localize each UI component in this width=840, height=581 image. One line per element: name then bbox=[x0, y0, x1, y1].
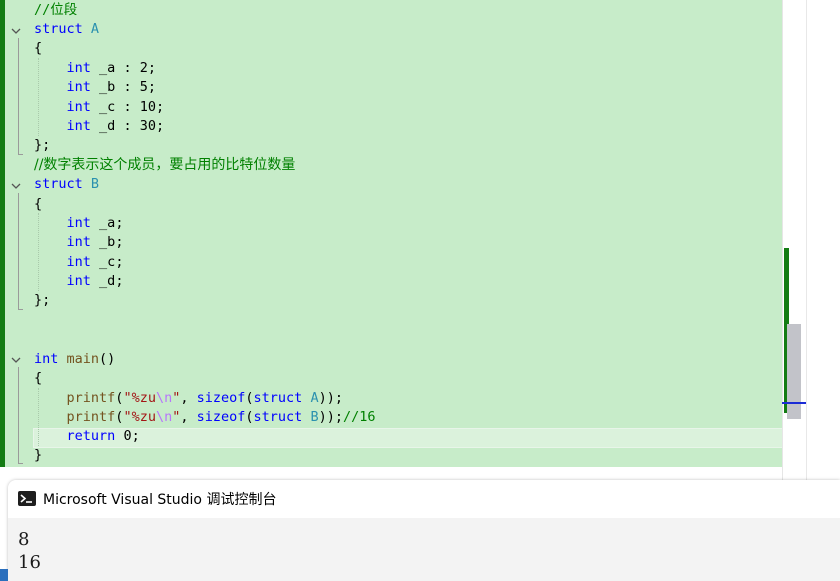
open-brace: { bbox=[34, 370, 43, 386]
open-brace: { bbox=[34, 40, 43, 56]
terminal-icon bbox=[18, 491, 36, 506]
fold-guide-end bbox=[18, 309, 23, 310]
member-bits: 2 bbox=[139, 60, 148, 76]
close-brace: }; bbox=[34, 292, 51, 308]
member-b-line: int _b : 5; bbox=[66, 79, 156, 95]
struct-a-name: A bbox=[90, 21, 100, 37]
int-keyword: int bbox=[66, 254, 91, 270]
int-keyword: int bbox=[66, 273, 91, 289]
member-line: int _a; bbox=[66, 215, 124, 231]
struct-b-declaration: struct B bbox=[34, 175, 99, 194]
member-c-line: int _c : 10; bbox=[66, 99, 165, 115]
struct-keyword: struct bbox=[253, 390, 303, 406]
debug-console-window[interactable]: Microsoft Visual Studio 调试控制台 8 16 bbox=[8, 480, 840, 581]
struct-keyword: struct bbox=[34, 21, 83, 37]
scrollbar-thumb[interactable] bbox=[787, 324, 801, 419]
console-title: Microsoft Visual Studio 调试控制台 bbox=[43, 492, 277, 508]
member-a-line: int _a : 2; bbox=[66, 60, 156, 76]
format-escape: \n bbox=[155, 409, 173, 425]
fold-guide-main bbox=[18, 367, 19, 463]
int-keyword: int bbox=[66, 118, 91, 134]
member-line: int _d; bbox=[66, 273, 124, 289]
member-d-line: int _d : 30; bbox=[66, 118, 165, 134]
close-brace: }; bbox=[34, 137, 51, 153]
member-bits: 30 bbox=[139, 118, 156, 134]
printf-line-b: printf("%zu\n", sizeof(struct B));//16 bbox=[66, 409, 376, 425]
sizeof-keyword: sizeof bbox=[196, 409, 246, 425]
member-name: _b bbox=[99, 79, 116, 95]
fold-guide-struct-a bbox=[18, 38, 19, 154]
fold-guide-end bbox=[18, 463, 23, 464]
return-keyword: return bbox=[66, 428, 116, 444]
member-name: _c bbox=[99, 254, 116, 270]
member-line: int _b; bbox=[66, 234, 124, 250]
format-prefix: "%zu bbox=[123, 409, 156, 425]
member-name: _c bbox=[99, 99, 116, 115]
int-keyword: int bbox=[66, 60, 91, 76]
comment-16: //16 bbox=[343, 409, 376, 425]
comment-explain: //数字表示这个成员，要占用的比特位数量 bbox=[34, 157, 296, 173]
struct-a-name: A bbox=[310, 390, 319, 406]
member-name: _a bbox=[99, 60, 116, 76]
struct-b-name: B bbox=[310, 409, 319, 425]
member-bits: 5 bbox=[139, 79, 148, 95]
return-line: return 0; bbox=[66, 428, 140, 444]
close-brace: } bbox=[34, 447, 43, 463]
terminal-prompt-icon bbox=[20, 494, 32, 503]
format-escape: \n bbox=[155, 390, 173, 406]
int-keyword: int bbox=[66, 234, 91, 250]
int-keyword: int bbox=[66, 79, 91, 95]
main-function-name: main bbox=[66, 351, 100, 367]
fold-guide-struct-b bbox=[18, 193, 19, 309]
format-suffix: " bbox=[172, 390, 181, 406]
editor-right-margin bbox=[806, 0, 840, 480]
main-declaration: int main() bbox=[34, 351, 116, 367]
collapse-main-icon[interactable] bbox=[10, 354, 22, 366]
struct-b-name: B bbox=[90, 176, 100, 192]
collapse-struct-b-icon[interactable] bbox=[10, 180, 22, 192]
member-name: _d bbox=[99, 118, 116, 134]
change-tracking-bar bbox=[0, 0, 5, 467]
taskbar-accent bbox=[0, 569, 8, 581]
printf-name: printf bbox=[66, 390, 116, 406]
struct-a-declaration: struct A bbox=[34, 20, 99, 39]
current-line-highlight bbox=[33, 428, 782, 448]
member-bits: 10 bbox=[139, 99, 156, 115]
struct-keyword: struct bbox=[253, 409, 303, 425]
member-name: _d bbox=[99, 273, 116, 289]
code-editor[interactable]: //位段 struct A { int _a : 2; int _b : 5; … bbox=[0, 0, 782, 467]
console-output-line: 16 bbox=[18, 552, 41, 573]
sizeof-keyword: sizeof bbox=[196, 390, 246, 406]
int-keyword: int bbox=[34, 351, 59, 367]
scrollbar-caret-marker bbox=[782, 402, 806, 404]
int-keyword: int bbox=[66, 215, 91, 231]
int-keyword: int bbox=[66, 99, 91, 115]
collapse-struct-a-icon[interactable] bbox=[10, 25, 22, 37]
comment-bitfield: //位段 bbox=[34, 2, 78, 18]
member-line: int _c; bbox=[66, 254, 124, 270]
fold-guide-end bbox=[18, 154, 23, 155]
console-output-line: 8 bbox=[18, 529, 30, 550]
format-suffix: " bbox=[172, 409, 181, 425]
printf-line-a: printf("%zu\n", sizeof(struct A)); bbox=[66, 390, 343, 406]
struct-keyword: struct bbox=[34, 176, 83, 192]
member-name: _a bbox=[99, 215, 116, 231]
console-titlebar[interactable]: Microsoft Visual Studio 调试控制台 bbox=[8, 480, 840, 518]
return-value: 0 bbox=[123, 428, 132, 444]
member-name: _b bbox=[99, 234, 116, 250]
open-brace: { bbox=[34, 196, 43, 212]
printf-name: printf bbox=[66, 409, 116, 425]
format-prefix: "%zu bbox=[123, 390, 156, 406]
